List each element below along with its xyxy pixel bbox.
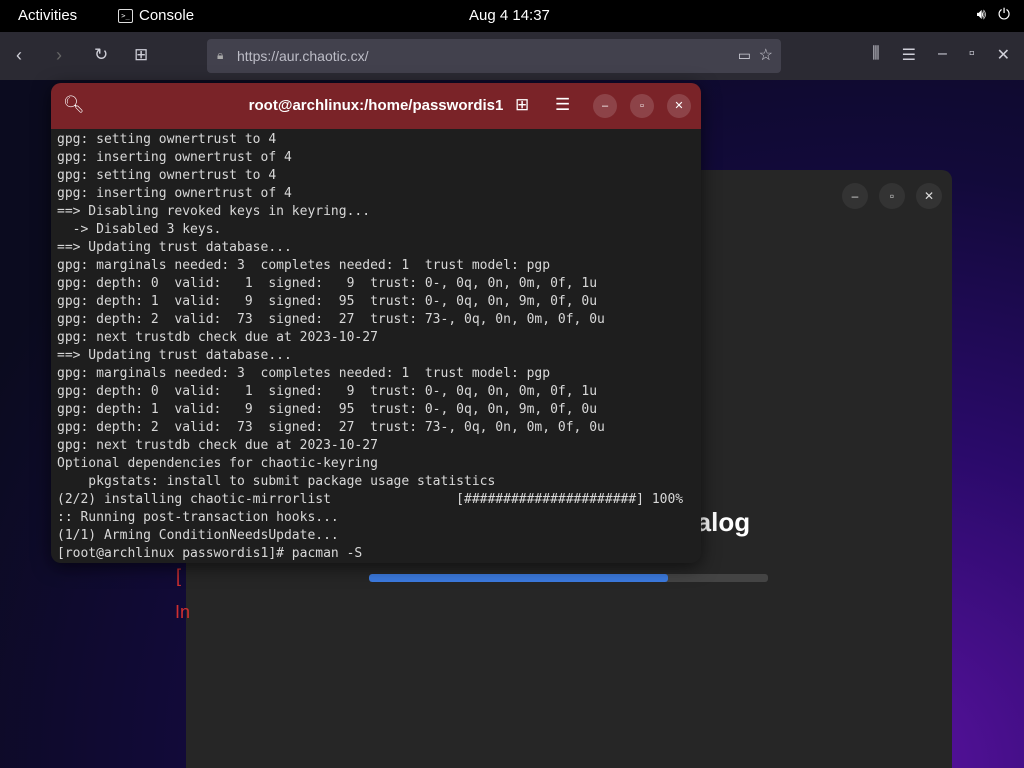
url-bar[interactable]: 🔒︎ https://aur.chaotic.cx/ ▭ ☆ <box>207 39 781 73</box>
menu-icon[interactable]: ☰ <box>902 45 916 65</box>
new-tab-icon[interactable]: ⊞ <box>134 45 148 65</box>
terminal-line: gpg: inserting ownertrust of 4 <box>57 150 292 165</box>
terminal-line: ==> Updating trust database... <box>57 348 292 363</box>
progress-fill <box>369 574 669 582</box>
red-text-fragment: [ <box>176 566 182 586</box>
terminal-window[interactable]: 🔍︎ root@archlinux:/home/passwordis1 ⊞ ☰ … <box>51 83 701 563</box>
minimize-icon[interactable]: – <box>593 94 617 118</box>
terminal-line: gpg: marginals needed: 3 completes neede… <box>57 258 551 273</box>
terminal-line: gpg: inserting ownertrust of 4 <box>57 186 292 201</box>
terminal-line: ==> Disabling revoked keys in keyring... <box>57 204 371 219</box>
terminal-line: [root@archlinux passwordis1]# pacman -S <box>57 546 363 561</box>
minimize-icon[interactable]: – <box>938 45 947 65</box>
terminal-line: (2/2) installing chaotic-mirrorlist [###… <box>57 492 684 507</box>
activities-button[interactable]: Activities <box>18 7 77 24</box>
terminal-line: gpg: depth: 0 valid: 1 signed: 9 trust: … <box>57 384 598 399</box>
top-bar: Activities >_ Console Aug 4 14:37 🔊︎ ⏻ <box>0 0 1024 32</box>
clock[interactable]: Aug 4 14:37 <box>469 7 550 24</box>
reader-view-icon[interactable]: ▭ <box>738 47 751 64</box>
new-tab-icon[interactable]: ⊞ <box>515 95 529 115</box>
terminal-line: pkgstats: install to submit package usag… <box>57 474 496 489</box>
forward-icon[interactable]: › <box>56 45 62 66</box>
progress-bar <box>369 574 768 582</box>
url-text[interactable]: https://aur.chaotic.cx/ <box>237 48 369 64</box>
maximize-icon[interactable]: ▫ <box>630 94 654 118</box>
library-icon[interactable]: ⫼ <box>872 45 879 65</box>
terminal-line: gpg: marginals needed: 3 completes neede… <box>57 366 551 381</box>
close-icon[interactable]: ✕ <box>997 45 1010 65</box>
app-name: Console <box>139 7 195 24</box>
terminal-line: gpg: depth: 1 valid: 9 signed: 95 trust:… <box>57 294 598 309</box>
red-text-fragment: In <box>175 602 191 622</box>
terminal-line: -> Disabled 3 keys. <box>57 222 222 237</box>
maximize-icon[interactable]: ▫ <box>969 45 975 65</box>
browser-toolbar: ‹ › ↻ ⊞ 🔒︎ https://aur.chaotic.cx/ ▭ ☆ ⫼… <box>0 32 1024 80</box>
dialog-maximize-icon[interactable]: ▫ <box>879 183 905 209</box>
terminal-line: Optional dependencies for chaotic-keyrin… <box>57 456 378 471</box>
terminal-line: gpg: next trustdb check due at 2023-10-2… <box>57 330 378 345</box>
app-menu-console[interactable]: >_ Console <box>118 7 194 24</box>
terminal-line: ==> Updating trust database... <box>57 240 292 255</box>
terminal-line: gpg: setting ownertrust to 4 <box>57 132 277 147</box>
dialog-close-icon[interactable]: ✕ <box>916 183 942 209</box>
volume-icon[interactable]: 🔊︎ <box>977 6 986 23</box>
terminal-line: gpg: depth: 2 valid: 73 signed: 27 trust… <box>57 312 605 327</box>
terminal-line: gpg: depth: 1 valid: 9 signed: 95 trust:… <box>57 402 598 417</box>
terminal-icon: >_ <box>118 8 133 23</box>
terminal-line: (1/1) Arming ConditionNeedsUpdate... <box>57 528 339 543</box>
close-icon[interactable]: ✕ <box>667 94 691 118</box>
terminal-line: gpg: setting ownertrust to 4 <box>57 168 277 183</box>
power-icon[interactable]: ⏻ <box>998 6 1010 23</box>
terminal-line: gpg: next trustdb check due at 2023-10-2… <box>57 438 378 453</box>
dialog-minimize-icon[interactable]: – <box>842 183 868 209</box>
terminal-headerbar[interactable]: 🔍︎ root@archlinux:/home/passwordis1 ⊞ ☰ … <box>51 83 701 129</box>
reload-icon[interactable]: ↻ <box>94 45 108 65</box>
menu-icon[interactable]: ☰ <box>555 95 570 115</box>
back-icon[interactable]: ‹ <box>16 45 22 66</box>
terminal-line: :: Running post-transaction hooks... <box>57 510 339 525</box>
terminal-line: gpg: depth: 0 valid: 1 signed: 9 trust: … <box>57 276 598 291</box>
lock-icon[interactable]: 🔒︎ <box>217 48 223 63</box>
terminal-output[interactable]: gpg: setting ownertrust to 4 gpg: inserti… <box>57 131 697 563</box>
bookmark-star-icon[interactable]: ☆ <box>759 45 773 65</box>
terminal-line: gpg: depth: 2 valid: 73 signed: 27 trust… <box>57 420 605 435</box>
